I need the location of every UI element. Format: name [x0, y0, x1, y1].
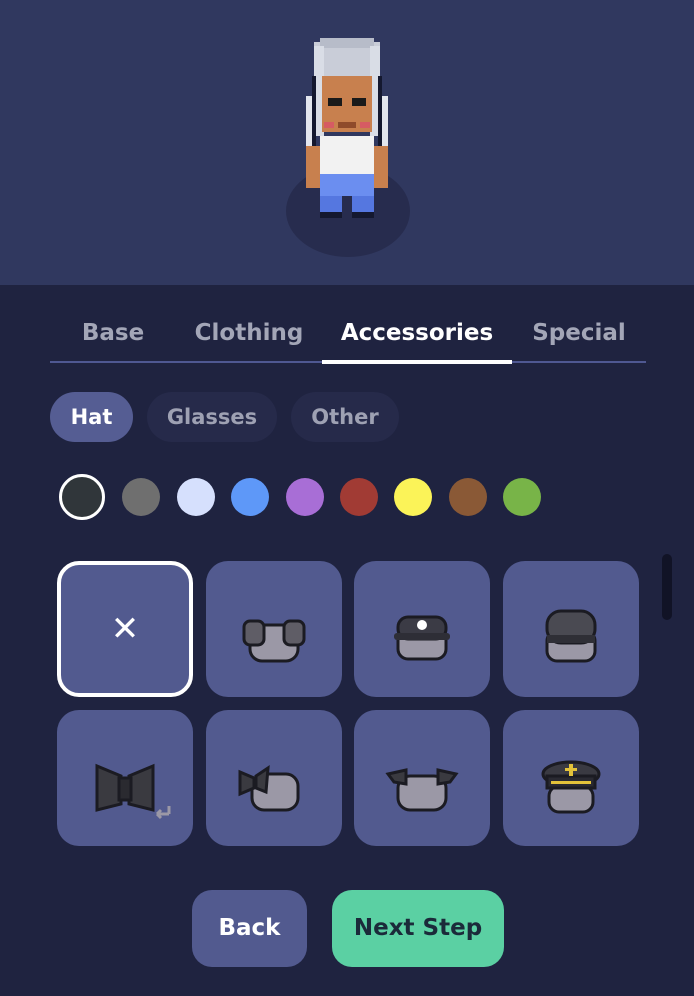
color-swatch-4[interactable] [286, 478, 324, 516]
color-swatch-0[interactable] [59, 474, 105, 520]
bow-tie-hat-icon [95, 763, 171, 820]
avatar-preview [0, 0, 694, 285]
active-tab-indicator [322, 360, 512, 364]
category-tabs: Base Clothing Accessories Special [50, 300, 646, 364]
captain-hat-icon [541, 760, 601, 814]
hat-option-pigtail-buns[interactable] [206, 561, 342, 697]
none-x-icon: ✕ [110, 609, 140, 649]
hat-option-bow-tie[interactable] [57, 710, 193, 846]
beanie-hat-icon [545, 609, 597, 663]
avatar-character [306, 38, 388, 218]
color-swatch-1[interactable] [122, 478, 160, 516]
hat-option-horns[interactable] [354, 710, 490, 846]
side-bow-hat-icon [238, 765, 300, 812]
hat-option-none[interactable]: ✕ [57, 561, 193, 697]
back-button[interactable]: Back [192, 890, 307, 967]
subtab-glasses[interactable]: Glasses [147, 392, 277, 442]
subtab-hat[interactable]: Hat [50, 392, 133, 442]
tab-clothing[interactable]: Clothing [184, 300, 314, 364]
hat-option-captain[interactable] [503, 710, 639, 846]
tab-accessories[interactable]: Accessories [322, 300, 512, 364]
color-swatch-8[interactable] [503, 478, 541, 516]
next-step-button[interactable]: Next Step [332, 890, 504, 967]
hat-option-cap[interactable] [354, 561, 490, 697]
tab-special[interactable]: Special [520, 300, 638, 364]
tab-base[interactable]: Base [50, 300, 176, 364]
hat-option-beanie[interactable] [503, 561, 639, 697]
color-swatch-2[interactable] [177, 478, 215, 516]
grid-scrollbar[interactable] [662, 554, 672, 620]
cap-hat-icon [394, 615, 450, 661]
hat-option-side-bow[interactable] [206, 710, 342, 846]
color-swatch-7[interactable] [449, 478, 487, 516]
color-swatch-3[interactable] [231, 478, 269, 516]
color-swatch-6[interactable] [394, 478, 432, 516]
horns-hat-icon [385, 768, 459, 812]
color-swatch-5[interactable] [340, 478, 378, 516]
pigtail-buns-hat-icon [242, 619, 306, 663]
subtab-other[interactable]: Other [291, 392, 399, 442]
